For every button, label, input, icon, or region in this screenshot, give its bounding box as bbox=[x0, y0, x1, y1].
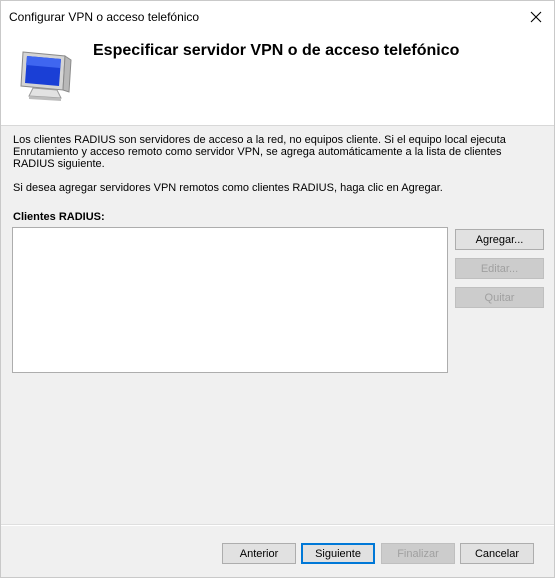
description-line: RADIUS siguiente. bbox=[13, 158, 105, 170]
description-line: Enrutamiento y acceso remoto como servid… bbox=[13, 146, 502, 158]
radius-clients-label: Clientes RADIUS: bbox=[13, 211, 105, 223]
title-bar: Configurar VPN o acceso telefónico bbox=[1, 1, 554, 32]
monitor-icon bbox=[11, 46, 77, 102]
description-line: Los clientes RADIUS son servidores de ac… bbox=[13, 134, 506, 146]
window-title: Configurar VPN o acceso telefónico bbox=[9, 10, 200, 24]
page-heading: Especificar servidor VPN o de acceso tel… bbox=[93, 42, 460, 59]
add-button[interactable]: Agregar... bbox=[455, 229, 544, 250]
description-paragraph-1: Los clientes RADIUS son servidores de ac… bbox=[13, 134, 543, 170]
wizard-window: Configurar VPN o acceso telefónico Espec… bbox=[0, 0, 555, 578]
description-paragraph-2: Si desea agregar servidores VPN remotos … bbox=[13, 182, 443, 194]
wizard-header: Especificar servidor VPN o de acceso tel… bbox=[1, 32, 554, 126]
radius-clients-list[interactable] bbox=[12, 227, 448, 373]
remove-button[interactable]: Quitar bbox=[455, 287, 544, 308]
description: Los clientes RADIUS son servidores de ac… bbox=[13, 134, 543, 194]
close-icon[interactable] bbox=[518, 1, 554, 32]
footer-divider-highlight bbox=[1, 525, 554, 526]
finish-button[interactable]: Finalizar bbox=[381, 543, 455, 564]
cancel-button[interactable]: Cancelar bbox=[460, 543, 534, 564]
edit-button[interactable]: Editar... bbox=[455, 258, 544, 279]
back-button[interactable]: Anterior bbox=[222, 543, 296, 564]
next-button[interactable]: Siguiente bbox=[301, 543, 375, 564]
